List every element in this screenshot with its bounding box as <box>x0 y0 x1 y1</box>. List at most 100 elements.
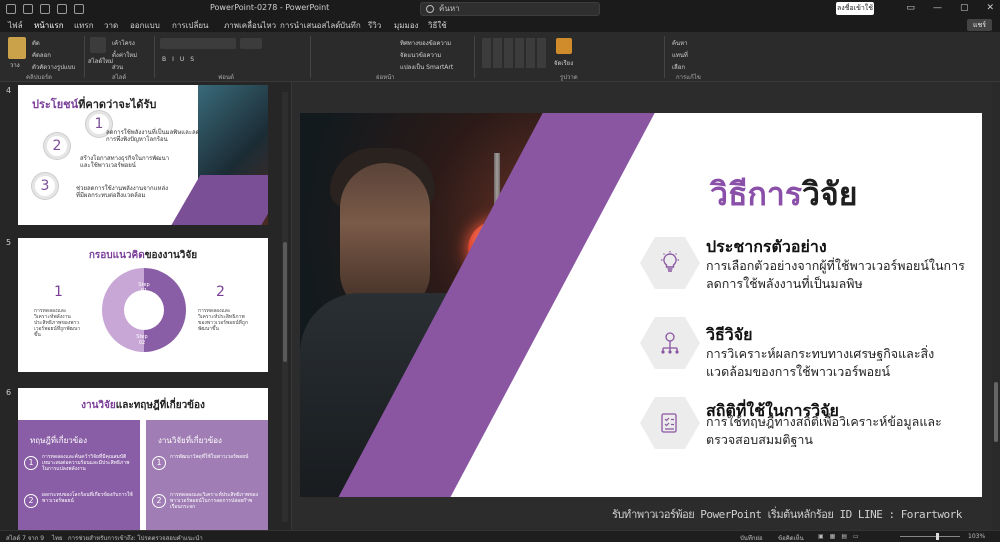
thumb-title-b: และทฤษฎีที่เกี่ยวข้อง <box>115 400 205 411</box>
ribbon-tabs: ไฟล์ หน้าแรก แทรก วาด ออกแบบ การเปลี่ยน … <box>0 18 1000 34</box>
notes-button[interactable]: บันทึกย่อ <box>740 533 763 542</box>
thumb-title-b: ของงานวิจัย <box>144 250 198 261</box>
column-heading: งานวิจัยที่เกี่ยวข้อง <box>158 436 222 445</box>
bullet-number: 1 <box>152 456 166 470</box>
thumbnail-scrollbar[interactable] <box>282 92 288 522</box>
paste-label[interactable]: วาง <box>10 60 20 70</box>
lightbulb-icon <box>661 251 679 272</box>
font-name-select[interactable] <box>160 38 236 49</box>
item-body[interactable]: การใช้ทฤษฎีทางสถิติเพื่อวิเคราะห์ข้อมูลแ… <box>706 413 966 449</box>
ribbon: วาง ตัด คัดลอก ตัวคัดวางรูปแบบ คลิปบอร์ด… <box>0 32 1000 82</box>
scrollbar-thumb[interactable] <box>283 242 287 362</box>
item-body[interactable]: การเลือกตัวอย่างจากผู้ที่ใช้พาวเวอร์พอยน… <box>706 257 966 293</box>
search-input[interactable]: ค้นหา <box>420 2 600 16</box>
ribbon-options-icon[interactable]: ▭ <box>906 3 915 13</box>
shapes-gallery[interactable] <box>482 38 548 68</box>
bullet-number: 1 <box>24 456 38 470</box>
number-circle: 3 <box>32 173 58 199</box>
tab-animations[interactable]: ภาพเคลื่อนไหว <box>224 19 276 32</box>
thumb-item-text: ลดการใช้พลังงานที่เป็นมลพิษและลดการพึ่งพ… <box>106 129 200 143</box>
window-controls: ▭ — ▢ ✕ <box>906 3 994 13</box>
slide-position: สไลด์ 7 จาก 9 <box>6 535 45 542</box>
quick-access-toolbar <box>6 4 84 14</box>
tab-slideshow[interactable]: การนำเสนอสไลด์ <box>280 19 341 32</box>
layout-button[interactable]: เค้าโครง <box>112 38 135 48</box>
thumb-title-a: งานวิจัย <box>81 400 116 411</box>
comments-button[interactable]: ข้อคิดเห็น <box>778 533 804 542</box>
scrollbar-thumb[interactable] <box>994 382 998 442</box>
cut-button[interactable]: ตัด <box>32 38 40 48</box>
restore-icon[interactable]: ▢ <box>960 3 969 13</box>
autosave-icon[interactable] <box>6 4 16 14</box>
tab-design[interactable]: ออกแบบ <box>130 19 160 32</box>
font-size-select[interactable] <box>240 38 262 49</box>
thumbnail-slide-4[interactable]: ประโยชน์ที่คาดว่าจะได้รับ 1 2 3 ลดการใช้… <box>18 85 268 225</box>
window-title: PowerPoint-0278 - PowerPoint <box>210 3 330 12</box>
group-paragraph: ย่อหน้า <box>376 74 395 81</box>
ribbon-divider <box>664 36 665 78</box>
format-painter-button[interactable]: ตัวคัดวางรูปแบบ <box>32 62 75 72</box>
cycle-center <box>124 290 164 330</box>
arrange-button[interactable]: จัดเรียง <box>554 58 573 68</box>
group-slides: สไลด์ <box>112 74 127 81</box>
arrange-icon[interactable] <box>556 38 572 54</box>
paste-icon[interactable] <box>8 37 26 59</box>
thumbnail-slide-6[interactable]: งานวิจัยและทฤษฎีที่เกี่ยวข้อง ทฤษฎีที่เก… <box>18 388 268 530</box>
signin-button[interactable]: ลงชื่อเข้าใช้ <box>836 2 874 15</box>
reset-button[interactable]: ตั้งค่าใหม่ <box>112 50 137 60</box>
undo-icon[interactable] <box>40 4 50 14</box>
ribbon-divider <box>310 36 311 78</box>
save-icon[interactable] <box>23 4 33 14</box>
slide-number: 5 <box>6 238 12 247</box>
tab-help[interactable]: วิธีใช้ <box>428 19 447 32</box>
bullet-text: การพัฒนาวัสดุที่ใช้ในพาวเวอร์พอยน์ <box>170 454 249 460</box>
zoom-level[interactable]: 103% <box>968 533 985 540</box>
item-body[interactable]: การวิเคราะห์ผลกระทบทางเศรษฐกิจและสิ่งแวด… <box>706 345 966 381</box>
redo-icon[interactable] <box>57 4 67 14</box>
title-bar: PowerPoint-0278 - PowerPoint ค้นหา ลงชื่… <box>0 0 1000 18</box>
step-text: การทดลองและวิเคราะห์ประสิทธิภาพของพาวเวอ… <box>198 308 248 332</box>
thumb-title: ประโยชน์ที่คาดว่าจะได้รับ <box>32 95 156 113</box>
new-slide-button[interactable]: สไลด์ใหม่ <box>88 56 113 66</box>
share-button[interactable]: แชร์ <box>966 19 992 31</box>
smartart-button[interactable]: แปลงเป็น SmartArt <box>400 62 453 72</box>
slide-title[interactable]: วิธีการวิจัย <box>710 169 858 220</box>
current-slide[interactable]: วิธีการวิจัย ประชากรตัวอย่าง การเลือกตัว… <box>300 113 982 497</box>
accessibility-status[interactable]: การช่วยสำหรับการเข้าถึง: โปรดตรวจสอบคำแน… <box>68 533 203 542</box>
select-button[interactable]: เลือก <box>672 62 685 72</box>
font-format-buttons[interactable]: BIUS <box>162 56 200 63</box>
tab-review[interactable]: รีวิว <box>368 19 381 32</box>
tab-file[interactable]: ไฟล์ <box>8 19 23 32</box>
tab-transitions[interactable]: การเปลี่ยน <box>172 19 209 32</box>
replace-button[interactable]: แทนที่ <box>672 50 688 60</box>
theory-column: ทฤษฎีที่เกี่ยวข้อง 1 การทดลองและค้นคว้าว… <box>18 420 140 530</box>
section-button[interactable]: ส่วน <box>112 62 123 72</box>
zoom-slider-thumb[interactable] <box>936 533 939 540</box>
zoom-slider[interactable] <box>900 533 960 540</box>
group-font: ฟอนต์ <box>218 74 234 81</box>
slide-title-a: วิธีการ <box>710 175 803 213</box>
number-circle: 2 <box>44 133 70 159</box>
view-buttons[interactable]: ▣▦▤▭ <box>818 533 865 540</box>
align-text-button[interactable]: จัดแนวข้อความ <box>400 50 441 60</box>
tab-record[interactable]: บันทึก <box>340 19 361 32</box>
thumbnail-slide-5[interactable]: กรอบแนวคิดของงานวิจัย Step 01 Step 02 1 … <box>18 238 268 372</box>
new-slide-icon[interactable] <box>90 37 106 53</box>
close-icon[interactable]: ✕ <box>986 3 994 13</box>
thumb-item-text: ช่วยลดการใช้งานพลังงานจากแหล่งที่มีผลกระ… <box>76 185 169 199</box>
tab-insert[interactable]: แทรก <box>74 19 94 32</box>
photo-face <box>340 163 430 313</box>
minimize-icon[interactable]: — <box>933 3 942 13</box>
bullet-text: ผลกระทบของโลกร้อนที่เกี่ยวข้องกับการใช้พ… <box>42 492 133 504</box>
text-direction-button[interactable]: ทิศทางของข้อความ <box>400 38 451 48</box>
language-indicator[interactable]: ไทย <box>52 533 63 542</box>
group-clipboard: คลิปบอร์ด <box>26 74 53 81</box>
copy-button[interactable]: คัดลอก <box>32 50 51 60</box>
find-button[interactable]: ค้นหา <box>672 38 687 48</box>
editor-scrollbar[interactable] <box>992 82 1000 530</box>
tab-view[interactable]: มุมมอง <box>394 19 419 32</box>
tab-draw[interactable]: วาด <box>104 19 118 32</box>
present-icon[interactable] <box>74 4 84 14</box>
thumb-title: งานวิจัยและทฤษฎีที่เกี่ยวข้อง <box>18 398 268 413</box>
ribbon-divider <box>474 36 475 78</box>
